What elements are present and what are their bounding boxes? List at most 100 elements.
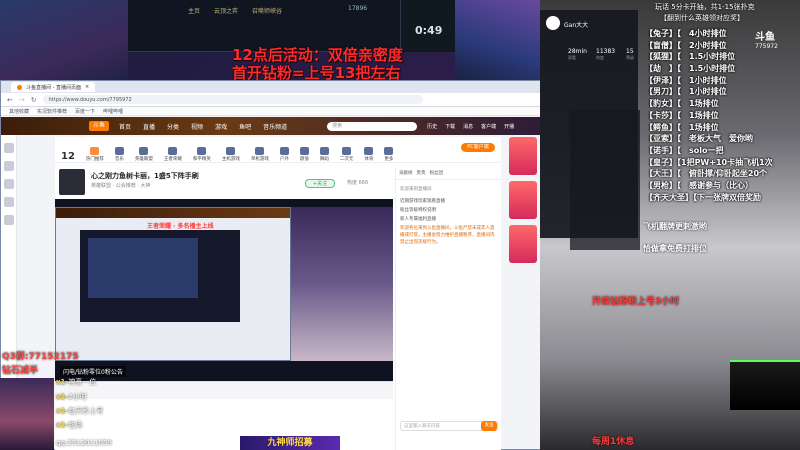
pc-client-button[interactable]: PC客户端: [461, 143, 495, 152]
category-item[interactable]: 热门推荐: [86, 147, 104, 162]
bookmark-item[interactable]: 其他收藏: [9, 108, 29, 115]
browser-tabbar: 斗鱼直播间 - 直播间页面 ×: [1, 81, 561, 93]
category-item[interactable]: 和平精英: [193, 147, 211, 162]
nav-item[interactable]: 游戏: [215, 122, 227, 131]
bottom-banner[interactable]: 九神师招募: [240, 436, 340, 450]
address-bar[interactable]: https://www.douyu.com/7795972: [42, 95, 423, 104]
avatar: [546, 16, 560, 30]
category-icon: [168, 147, 178, 155]
reward-list: 【兔子】【 4小时排位 【盲僧】【 2小时排位 【狐狸】【 1.5小时排位 【劫…: [645, 28, 800, 203]
game-tab[interactable]: 召唤师峡谷: [252, 6, 282, 15]
promo-card[interactable]: [509, 181, 537, 219]
category-icon: [255, 147, 265, 155]
sidebar-category-icon[interactable]: [4, 179, 14, 189]
category-item[interactable]: 王者荣耀: [164, 147, 182, 162]
nav-item[interactable]: 分类: [167, 122, 179, 131]
back-icon[interactable]: ←: [7, 96, 13, 104]
go-live-link[interactable]: 开播: [504, 123, 514, 130]
promo-card[interactable]: [509, 225, 537, 263]
reward-item: 【鳄鱼】【 1场排位: [645, 122, 719, 132]
nav-item[interactable]: 鱼吧: [239, 122, 251, 131]
category-icon: [226, 147, 236, 155]
browser-tab[interactable]: 斗鱼直播间 - 直播间页面 ×: [11, 82, 96, 92]
reward-item: 【诺手】【 solo一把: [645, 145, 724, 155]
close-icon[interactable]: ×: [85, 84, 89, 90]
category-item[interactable]: 二次元: [340, 147, 353, 162]
diamond-half-text: 钻石减半: [2, 366, 39, 376]
category-item[interactable]: 体育: [364, 147, 374, 162]
nested-screen: [55, 207, 291, 361]
sidebar-follow-icon[interactable]: [4, 161, 14, 171]
category-item[interactable]: 音乐: [114, 147, 124, 162]
chat-message: 粉丝等级特权说明: [400, 208, 436, 213]
promo-column: [509, 137, 539, 297]
bookmark-item[interactable]: 实况软件推荐: [37, 108, 67, 115]
anime-backdrop-right: [455, 0, 545, 80]
qq-number-text: qq:2512011059: [56, 439, 112, 447]
bookmark-item[interactable]: 哔哩哔哩: [103, 108, 123, 115]
reward-item: 【盲僧】【 2小时排位: [645, 40, 727, 50]
keyboard: [730, 360, 800, 410]
category-item[interactable]: 更多: [384, 147, 394, 162]
sidebar-home-icon[interactable]: [4, 143, 14, 153]
category-icon: [299, 147, 309, 155]
qq-group-text: Q3群:77152175: [2, 352, 79, 362]
tab-contribution[interactable]: 贡献榜: [399, 170, 413, 176]
follow-button[interactable]: +关注: [305, 179, 335, 188]
category-item[interactable]: 舞蹈: [319, 147, 329, 162]
game-tab[interactable]: 云顶之弈: [214, 6, 238, 15]
plane-note: 飞机翻牌更刺激哟: [643, 222, 707, 231]
tab-vip[interactable]: 贵宾: [417, 170, 426, 176]
forward-icon[interactable]: →: [19, 96, 25, 104]
category-item[interactable]: 颜值: [299, 147, 309, 162]
reward-item: 【男枪】【 感谢参与（比心）: [645, 180, 753, 190]
chat-system-message: 欢迎各位来到斗鱼直播间，斗鱼严禁未成年人直播或打赏。主播会努力维护直播秩序，直播…: [400, 226, 495, 245]
nav-item[interactable]: 首页: [119, 122, 131, 131]
category-item[interactable]: 英雄联盟: [135, 147, 153, 162]
bookmark-item[interactable]: 百度一下: [75, 108, 95, 115]
category-item[interactable]: 户外: [279, 147, 289, 162]
avatar[interactable]: [59, 169, 85, 195]
nav-item[interactable]: 直播: [143, 122, 155, 131]
nav-item[interactable]: 视频: [191, 122, 203, 131]
client-link[interactable]: 客户端: [481, 123, 496, 130]
category-icon: [90, 147, 100, 155]
category-icon: [364, 147, 374, 155]
fans-note: 闪电/钻粉零位0粉公告: [60, 366, 126, 377]
stat-item: 15 等级: [626, 48, 634, 60]
game-currency: 17896: [348, 5, 368, 12]
site-logo[interactable]: 斗鱼: [89, 121, 109, 131]
download-link[interactable]: 下载: [445, 123, 455, 130]
category-icon: [114, 147, 124, 155]
messages-link[interactable]: 消息: [463, 123, 473, 130]
sidebar-game-icon[interactable]: [4, 215, 14, 225]
rank-item: x1-包天秒上号: [56, 407, 104, 415]
category-item[interactable]: 单机游戏: [251, 147, 269, 162]
chat-message: 近期游戏玩家观看直播: [400, 199, 445, 204]
tab-fans[interactable]: 粉丝团: [430, 170, 444, 176]
nav-item[interactable]: 音乐频道: [263, 122, 287, 131]
promo-card[interactable]: [509, 137, 537, 175]
search-input[interactable]: 搜索: [327, 121, 418, 131]
category-icon: [279, 147, 289, 155]
player-controls[interactable]: [55, 381, 393, 399]
player-overlay-text: 王者荣耀 · 多名播主上线: [147, 223, 214, 230]
site-header: 斗鱼 首页 直播 分类 视频 游戏 鱼吧 音乐频道 搜索 历史 下载 消息 客户…: [1, 117, 561, 135]
screen: 主页 云顶之弈 召唤师峡谷 17896 0:49 12点后活动：双倍亲密度 首开…: [0, 0, 800, 450]
reward-item: 【卡莎】【 1场排位: [645, 110, 719, 120]
panel-subtitle: 【翻到什么英雄领对应奖】: [660, 14, 744, 22]
category-item[interactable]: 主机游戏: [222, 147, 240, 162]
history-link[interactable]: 历史: [427, 123, 437, 130]
reward-item: 【齐天大圣】【下一张牌双倍奖励: [645, 192, 761, 202]
rank-item: x1-包场: [56, 421, 83, 429]
chat-panel: 贡献榜 贵宾 粉丝团 欢迎来到直播间 近期游戏玩家观看直播 粉丝等级特权说明 新…: [395, 167, 501, 450]
refresh-icon[interactable]: ↻: [31, 96, 37, 104]
reward-item: 【大王】【 俯卧撑/仰卧起坐20个: [645, 169, 768, 179]
sidebar-video-icon[interactable]: [4, 197, 14, 207]
category-icon: [319, 147, 329, 155]
hero-portrait: [0, 378, 54, 450]
game-tab[interactable]: 主页: [188, 6, 200, 15]
send-button[interactable]: 发送: [481, 421, 497, 431]
streamer-card: Gan大大 28min 观看 11383 热度 15 等级: [540, 10, 638, 238]
reward-item: 【兔子】【 4小时排位: [645, 29, 727, 38]
